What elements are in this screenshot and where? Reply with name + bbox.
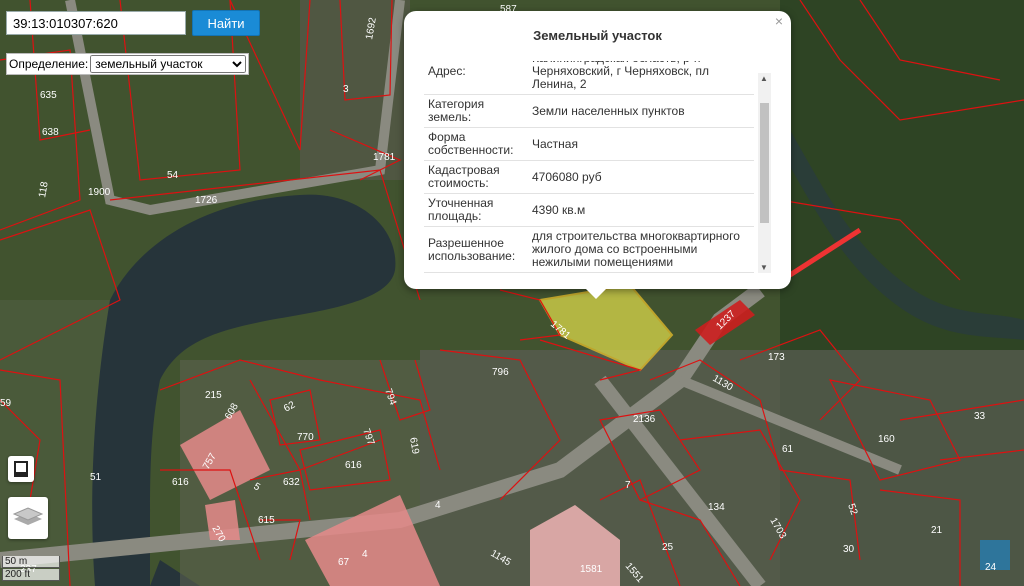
attr-value: 4390 кв.м [528, 193, 754, 227]
parcel-number-label: 616 [345, 460, 362, 471]
parcel-number-label: 21 [931, 525, 943, 536]
parcel-number-label: 160 [878, 434, 895, 445]
parcel-number-label: 24 [985, 562, 997, 573]
popup-title: Земельный участок [533, 28, 662, 43]
definition-select[interactable]: земельный участок [90, 55, 247, 73]
parcel-number-label: 4 [362, 549, 368, 560]
table-row: Форма собственности: Частная [424, 127, 754, 161]
layers-icon [12, 507, 44, 525]
parcel-number-label: 638 [42, 127, 59, 138]
attr-key: Адрес: [424, 61, 528, 95]
definition-label: Определение: [9, 57, 89, 71]
parcel-number-label: 25 [662, 542, 674, 553]
map-scale: 50 m 200 ft [2, 556, 60, 582]
cadastral-number-input[interactable] [6, 11, 186, 35]
popup-body[interactable]: Адрес:Калининградская область, р-н Черня… [424, 61, 770, 273]
parcel-number-label: 615 [258, 515, 275, 526]
parcel-number-label: 134 [708, 502, 725, 513]
parcel-number-label: 1781 [373, 152, 396, 163]
parcel-number-label: 1581 [580, 564, 603, 575]
attr-key: Кадастровая стоимость: [424, 160, 528, 194]
scroll-down-icon[interactable]: ▼ [760, 263, 768, 272]
scroll-thumb[interactable] [760, 103, 769, 223]
parcel-number-label: 173 [768, 352, 785, 363]
parcel-number-label: 7 [625, 480, 631, 491]
layers-button[interactable] [8, 497, 48, 539]
close-icon[interactable]: × [775, 13, 783, 29]
parcel-number-label: 796 [492, 367, 509, 378]
attr-key: Категория земель: [424, 94, 528, 128]
search-bar: Найти [6, 10, 260, 36]
parcel-number-label: 635 [40, 90, 57, 101]
parcel-number-label: 2136 [633, 414, 656, 425]
parcel-number-label: 61 [782, 444, 794, 455]
table-row: Категория земель: Земли населенных пункто… [424, 94, 754, 128]
scale-imperial: 200 ft [2, 569, 60, 581]
parcel-number-label: 4 [435, 500, 441, 511]
parcel-number-label: 1900 [88, 187, 111, 198]
scale-metric: 50 m [2, 556, 60, 568]
attr-key: Разрешенное использование: [424, 226, 528, 273]
fullscreen-button[interactable] [8, 456, 34, 482]
parcel-number-label: 616 [172, 477, 189, 488]
parcel-info-popup: Земельный участок × Адрес:Калининградска… [404, 11, 791, 299]
table-row: Кадастровая стоимость: 4706080 руб [424, 160, 754, 194]
parcel-number-label: 1726 [195, 195, 218, 206]
fullscreen-icon [14, 461, 28, 477]
definition-selector: Определение: земельный участок [6, 53, 250, 75]
parcel-number-label: 770 [297, 432, 314, 443]
attr-value: 4706080 руб [528, 160, 754, 194]
parcel-number-label: 632 [283, 477, 300, 488]
parcel-number-label: 33 [974, 411, 986, 422]
scroll-up-icon[interactable]: ▲ [760, 74, 768, 83]
parcel-number-label: 54 [167, 170, 179, 181]
table-row: Уточненная площадь: 4390 кв.м [424, 193, 754, 227]
parcel-number-label: 3 [343, 84, 349, 95]
popup-scrollbar[interactable]: ▲ ▼ [758, 73, 771, 273]
parcel-number-label: 67 [338, 557, 350, 568]
attr-key: Уточненная площадь: [424, 193, 528, 227]
parcel-number-label: 51 [90, 472, 102, 483]
parcel-attributes-table: Адрес:Калининградская область, р-н Черня… [424, 61, 754, 273]
attr-value: для строительства многоквартирного жилог… [528, 226, 754, 273]
attr-value: Калининградская область, р-н Черняховски… [528, 61, 754, 95]
parcel-number-label: 30 [843, 544, 855, 555]
table-row: Адрес:Калининградская область, р-н Черня… [424, 61, 754, 95]
parcel-number-label: 59 [0, 398, 12, 409]
parcel-number-label: 215 [205, 390, 222, 401]
table-row: Разрешенное использование: для строительс… [424, 226, 754, 273]
find-button[interactable]: Найти [192, 10, 260, 36]
attr-value: Частная [528, 127, 754, 161]
attr-key: Форма собственности: [424, 127, 528, 161]
attr-value: Земли населенных пунктов [528, 94, 754, 128]
